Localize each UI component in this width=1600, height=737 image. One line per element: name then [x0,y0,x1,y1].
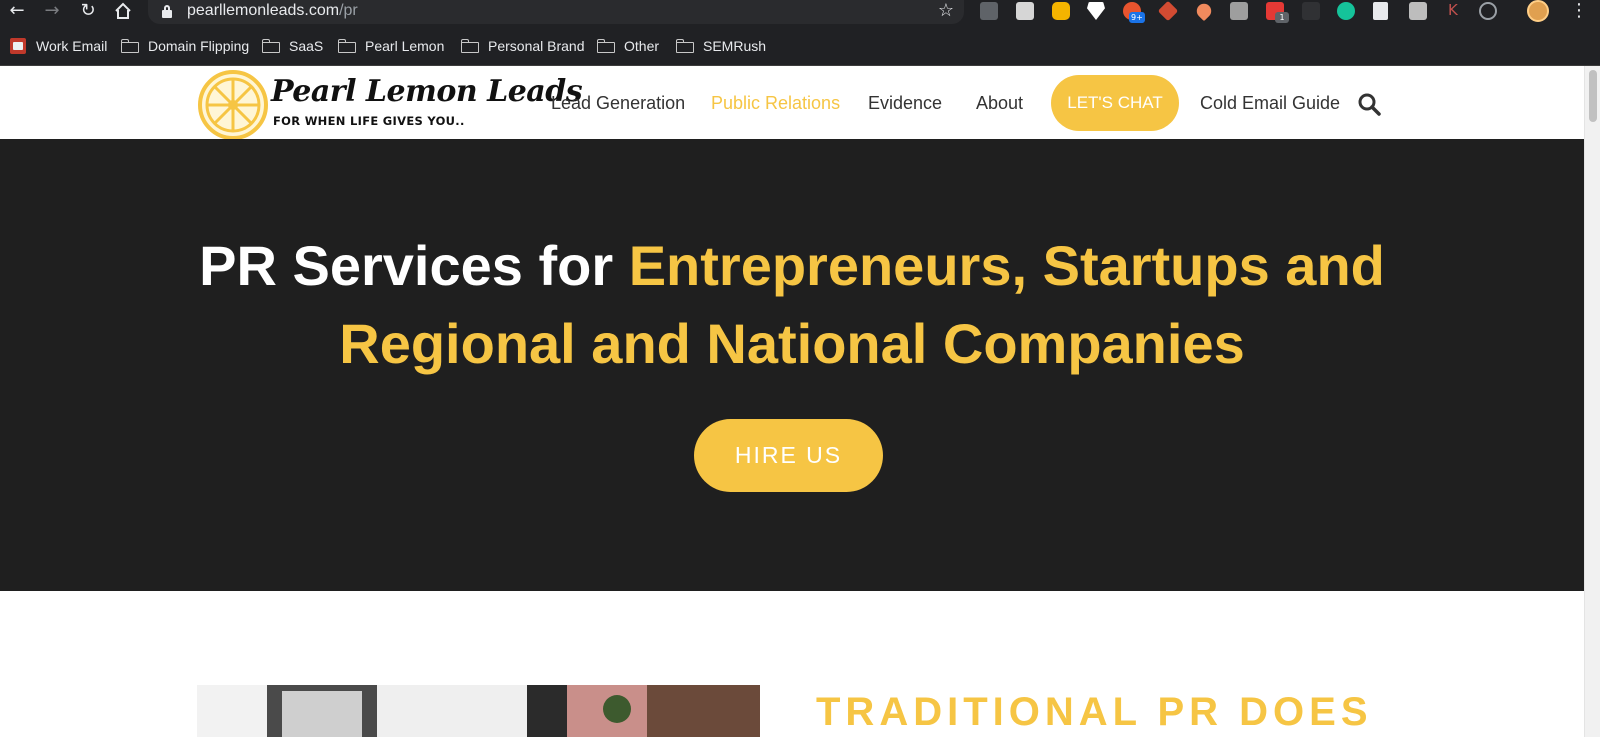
hero-section: PR Services for Entrepreneurs, Startups … [0,139,1584,591]
hero-title-line-2: Regional and National Companies [339,312,1245,375]
folder-icon [461,39,479,53]
bookmark-label: Work Email [36,38,108,54]
bookmark-personal-brand[interactable]: Personal Brand [461,28,585,64]
nav-about[interactable]: About [976,93,1023,114]
hire-us-button[interactable]: HIRE US [694,419,883,492]
folder-icon [597,39,615,53]
forward-arrow-icon[interactable]: → [39,0,65,22]
bookmark-semrush[interactable]: SEMRush [676,28,766,64]
bookmark-other[interactable]: Other [597,28,659,64]
gem-extension-icon[interactable] [1087,2,1105,20]
scrollbar-thumb[interactable] [1589,70,1597,122]
count-badge: 1 [1275,12,1289,23]
folder-icon [338,39,356,53]
grammarly-extension-icon[interactable] [1337,2,1355,20]
arrow-extension-icon[interactable] [1157,0,1179,22]
h-extension-icon[interactable] [1409,2,1427,20]
gmail-favicon-icon [10,38,26,54]
browser-toolbar: ← → ↻ pearllemonleads.com/pr ☆ 9+ 1 K ⋮ [0,0,1600,28]
folder-icon [121,39,139,53]
nav-lead-generation[interactable]: Lead Generation [551,93,685,114]
bookmarks-bar: Work Email Domain Flipping SaaS Pearl Le… [0,28,1600,66]
bookmark-label: Other [624,38,660,54]
bookmark-label: SEMRush [703,38,767,54]
bookmark-domain-flipping[interactable]: Domain Flipping [121,28,249,64]
dark-extension-icon[interactable] [1302,2,1320,20]
folder-icon [676,39,694,53]
color-extension-icon[interactable] [1052,2,1070,20]
logo-wordmark[interactable]: Pearl Lemon Leads [271,74,583,109]
notification-badge: 9+ [1129,12,1145,23]
folder-icon [262,39,280,53]
home-icon[interactable] [110,0,136,22]
bookmark-work-email[interactable]: Work Email [10,28,107,64]
notes-extension-icon[interactable] [1016,2,1034,20]
nav-cold-email-guide[interactable]: Cold Email Guide [1200,93,1340,114]
bookmark-pearl-lemon[interactable]: Pearl Lemon [338,28,444,64]
lets-chat-button[interactable]: LET'S CHAT [1051,75,1179,131]
bookmark-star-icon[interactable]: ☆ [938,0,954,21]
lock-extension-icon[interactable] [1230,2,1248,20]
logo-tagline: FOR WHEN LIFE GIVES YOU.. [273,114,465,128]
bookmark-label: Pearl Lemon [365,38,445,54]
office-photo [197,685,760,737]
nav-public-relations[interactable]: Public Relations [711,93,840,114]
mailtrack-extension-icon[interactable] [980,2,998,20]
page-scrollbar[interactable] [1584,66,1600,737]
reload-icon[interactable]: ↻ [75,0,101,22]
address-bar[interactable]: pearllemonleads.com/pr ☆ [148,0,964,24]
circle-extension-icon[interactable] [1479,2,1497,20]
bookmark-label: Personal Brand [488,38,585,54]
profile-avatar[interactable] [1527,0,1549,22]
lemon-logo-icon[interactable] [197,69,269,141]
url-text: pearllemonleads.com/pr [187,2,358,19]
section-heading: TRADITIONAL PR DOES [816,690,1373,734]
nav-evidence[interactable]: Evidence [868,93,942,114]
heart-extension-icon[interactable] [1193,0,1215,22]
site-header: Pearl Lemon Leads FOR WHEN LIFE GIVES YO… [0,66,1584,141]
back-arrow-icon[interactable]: ← [4,0,30,22]
search-icon[interactable] [1357,92,1381,116]
bookmark-label: SaaS [289,38,324,54]
document-extension-icon[interactable] [1373,2,1388,20]
k-extension-icon[interactable]: K [1448,1,1458,19]
hero-title-line-1: PR Services for Entrepreneurs, Startups … [199,234,1385,297]
kebab-menu-icon[interactable]: ⋮ [1570,0,1588,21]
lock-icon [162,5,172,18]
bookmark-label: Domain Flipping [148,38,250,54]
bookmark-saas[interactable]: SaaS [262,28,323,64]
